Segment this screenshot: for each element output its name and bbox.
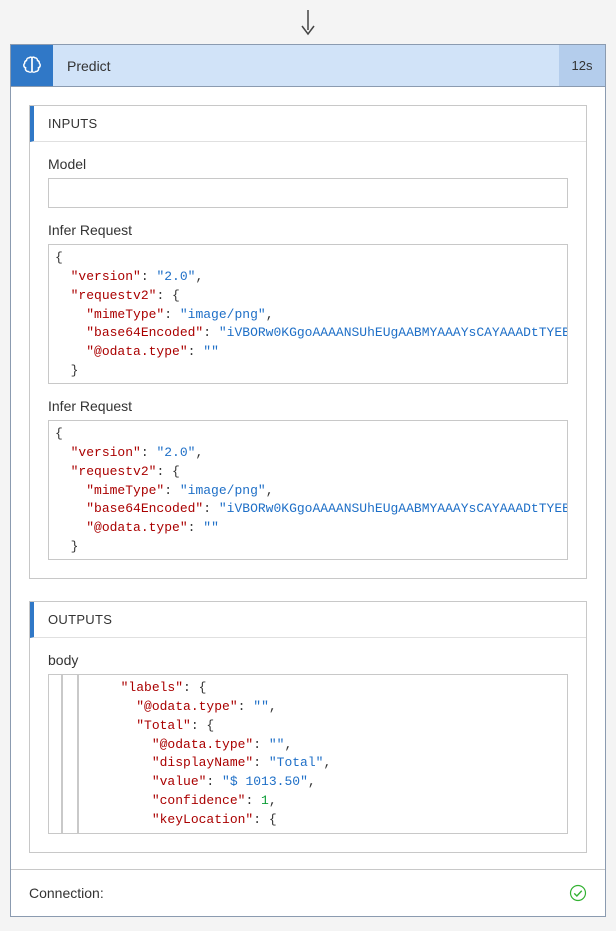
body-code[interactable]: "labels": { "@odata.type": "", "Total": … (48, 674, 568, 834)
inputs-section: INPUTS Model Infer Request { "version": … (29, 105, 587, 579)
infer-request-1-code[interactable]: { "version": "2.0", "requestv2": { "mime… (48, 244, 568, 384)
infer-request-1-field: Infer Request { "version": "2.0", "reque… (48, 222, 568, 384)
check-circle-icon (569, 884, 587, 902)
connection-label: Connection: (29, 885, 569, 901)
json-indent-guides (49, 675, 99, 834)
predict-action-card: Predict 12s INPUTS Model Infer Request {… (10, 44, 606, 917)
card-title: Predict (53, 45, 559, 86)
infer-request-2-label: Infer Request (48, 398, 568, 414)
model-field: Model (48, 156, 568, 208)
model-input[interactable] (48, 178, 568, 208)
infer-request-2-code[interactable]: { "version": "2.0", "requestv2": { "mime… (48, 420, 568, 560)
inputs-section-title: INPUTS (30, 106, 586, 142)
flow-connector-arrow (10, 10, 606, 44)
outputs-section-title: OUTPUTS (30, 602, 586, 638)
body-json: "labels": { "@odata.type": "", "Total": … (99, 675, 568, 834)
arrow-down-icon (298, 10, 318, 38)
card-footer: Connection: (11, 869, 605, 916)
infer-request-1-label: Infer Request (48, 222, 568, 238)
card-header[interactable]: Predict 12s (11, 45, 605, 87)
body-field: body "labels": { "@odata.type": "", "Tot… (48, 652, 568, 834)
card-duration-badge: 12s (559, 45, 605, 86)
body-label: body (48, 652, 568, 668)
infer-request-2-field: Infer Request { "version": "2.0", "reque… (48, 398, 568, 560)
model-label: Model (48, 156, 568, 172)
infer-request-2-json: { "version": "2.0", "requestv2": { "mime… (49, 421, 568, 560)
infer-request-1-json: { "version": "2.0", "requestv2": { "mime… (49, 245, 568, 384)
brain-icon (11, 45, 53, 86)
outputs-section: OUTPUTS body "labels": { "@odata.type": … (29, 601, 587, 853)
